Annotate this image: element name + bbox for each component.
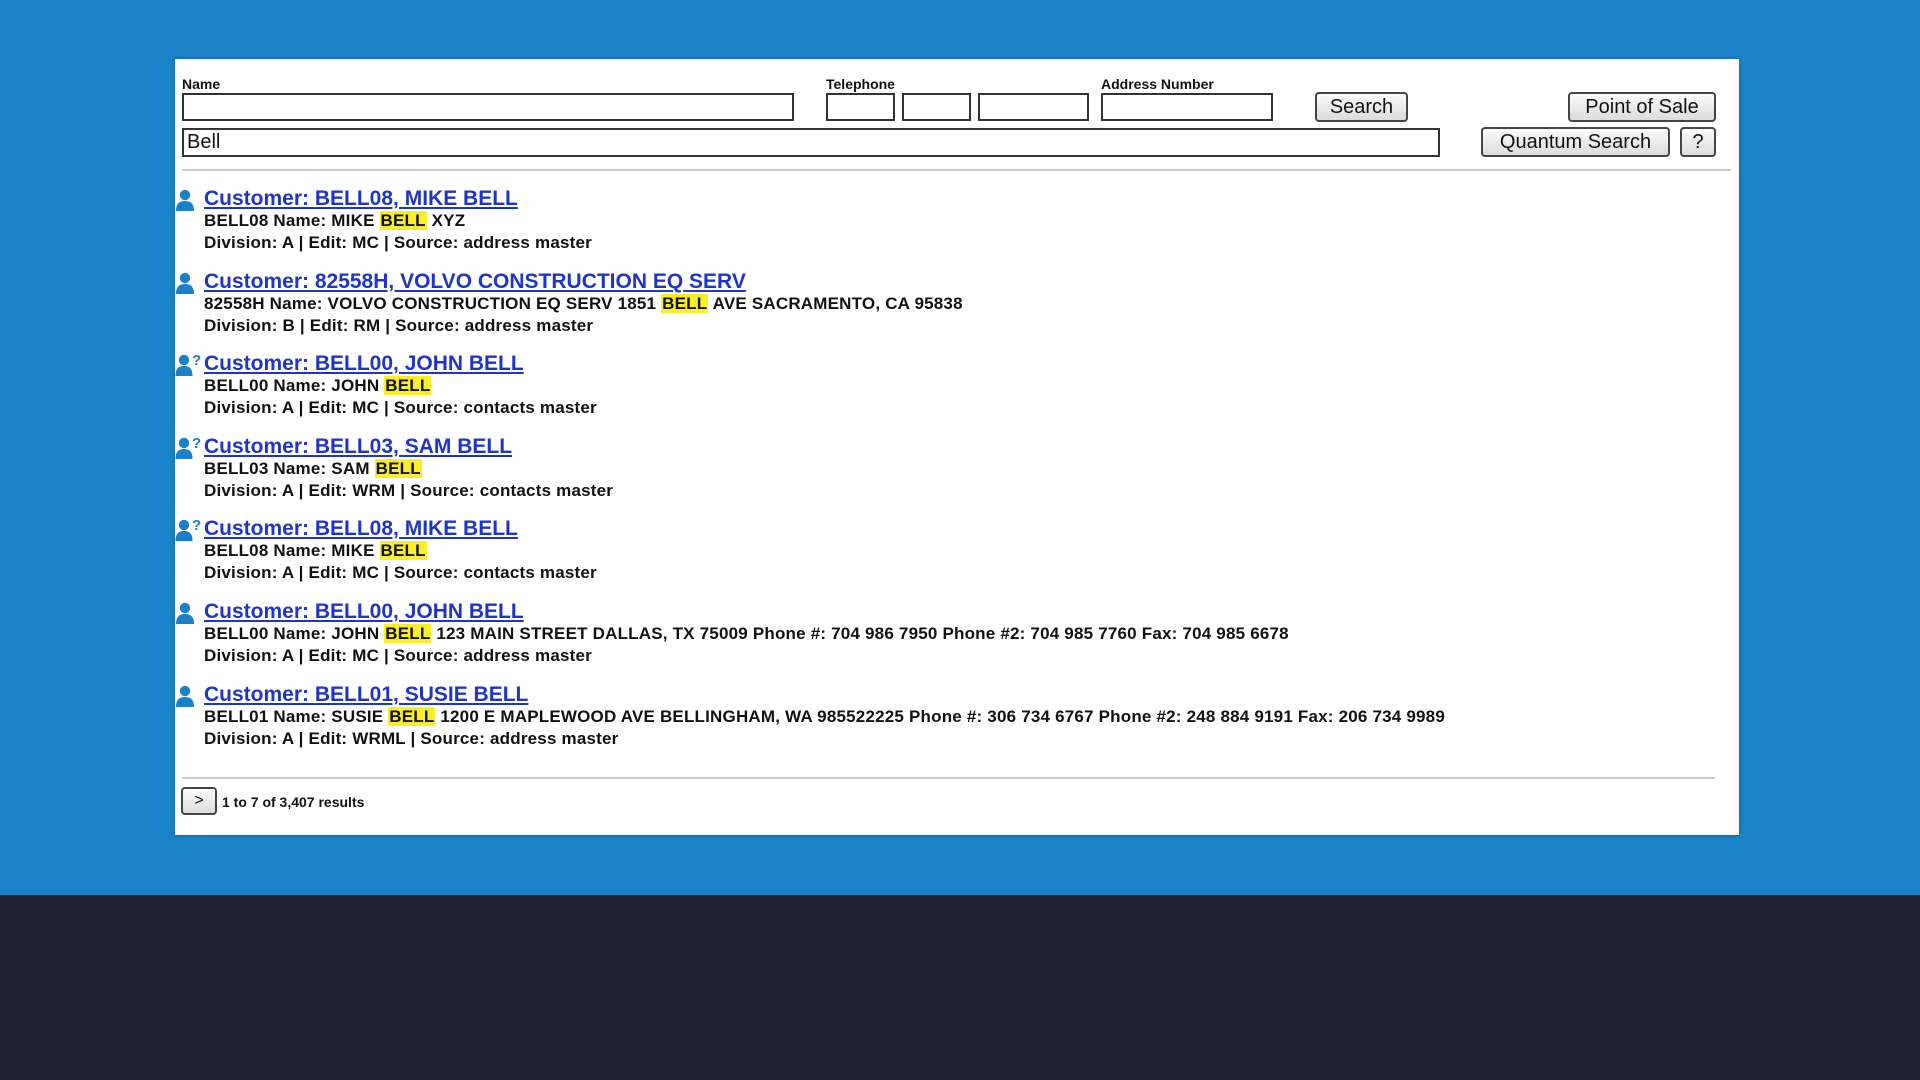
result-detail-prefix: BELL01 Name: SUSIE	[204, 707, 389, 726]
result-meta-line: Division: A | Edit: WRML | Source: addre…	[204, 729, 619, 748]
result-link[interactable]: Customer: BELL00, JOHN BELL	[204, 352, 524, 376]
result-meta-line: Division: A | Edit: WRM | Source: contac…	[204, 481, 614, 500]
phone-line-input[interactable]	[978, 93, 1089, 121]
result-meta-line: Division: A | Edit: MC | Source: contact…	[204, 398, 597, 417]
svg-text:?: ?	[192, 435, 201, 452]
person-icon	[175, 270, 201, 296]
name-label: Name	[182, 76, 221, 92]
phone-area-input[interactable]	[826, 93, 895, 121]
person-question-icon: ?	[175, 435, 201, 461]
quantum-search-button[interactable]: Quantum Search	[1481, 127, 1670, 157]
address-number-input[interactable]	[1101, 93, 1273, 121]
result-detail-line: BELL00 Name: JOHN BELL 123 MAIN STREET D…	[204, 624, 1289, 644]
result-link[interactable]: Customer: BELL00, JOHN BELL	[204, 600, 524, 624]
result-meta-line: Division: B | Edit: RM | Source: address…	[204, 316, 594, 335]
result-meta-line: Division: A | Edit: MC | Source: address…	[204, 233, 592, 252]
result-link[interactable]: Customer: BELL08, MIKE BELL	[204, 187, 518, 211]
person-question-icon: ?	[175, 352, 201, 378]
result-detail-line: 82558H Name: VOLVO CONSTRUCTION EQ SERV …	[204, 294, 963, 314]
result-detail-suffix: XYZ	[426, 211, 466, 230]
search-panel: Name Telephone Address Number Search Poi…	[175, 59, 1739, 835]
telephone-label: Telephone	[826, 76, 895, 92]
search-highlight: BELL	[384, 376, 432, 395]
search-highlight: BELL	[384, 624, 432, 643]
point-of-sale-button[interactable]: Point of Sale	[1568, 92, 1716, 122]
result-detail-prefix: BELL00 Name: JOHN	[204, 624, 385, 643]
result-link[interactable]: Customer: BELL03, SAM BELL	[204, 435, 512, 459]
result-detail-suffix: 123 MAIN STREET DALLAS, TX 75009 Phone #…	[431, 624, 1289, 643]
result-detail-suffix: 1200 E MAPLEWOOD AVE BELLINGHAM, WA 9855…	[435, 707, 1445, 726]
result-meta-line: Division: A | Edit: MC | Source: address…	[204, 646, 592, 665]
address-number-label: Address Number	[1101, 76, 1214, 92]
search-highlight: BELL	[379, 211, 427, 230]
result-detail-line: BELL08 Name: MIKE BELL	[204, 541, 427, 561]
result-detail-suffix: AVE SACRAMENTO, CA 95838	[708, 294, 963, 313]
search-button[interactable]: Search	[1315, 92, 1408, 122]
svg-text:?: ?	[192, 352, 201, 369]
result-detail-prefix: BELL08 Name: MIKE	[204, 541, 380, 560]
name-input[interactable]	[182, 93, 794, 121]
search-highlight: BELL	[379, 541, 427, 560]
phone-prefix-input[interactable]	[902, 93, 971, 121]
search-highlight: BELL	[374, 459, 422, 478]
result-link[interactable]: Customer: BELL01, SUSIE BELL	[204, 683, 528, 707]
quantum-search-input[interactable]	[182, 128, 1440, 157]
search-highlight: BELL	[388, 707, 436, 726]
result-detail-line: BELL08 Name: MIKE BELL XYZ	[204, 211, 465, 231]
person-icon	[175, 187, 201, 213]
result-detail-line: BELL03 Name: SAM BELL	[204, 459, 422, 479]
result-detail-line: BELL00 Name: JOHN BELL	[204, 376, 432, 396]
person-icon	[175, 683, 201, 709]
help-button[interactable]: ?	[1680, 127, 1716, 157]
result-detail-prefix: BELL00 Name: JOHN	[204, 376, 385, 395]
footer-divider	[182, 777, 1715, 779]
result-detail-prefix: BELL08 Name: MIKE	[204, 211, 380, 230]
result-detail-prefix: 82558H Name: VOLVO CONSTRUCTION EQ SERV …	[204, 294, 662, 313]
person-question-icon: ?	[175, 517, 201, 543]
result-link[interactable]: Customer: BELL08, MIKE BELL	[204, 517, 518, 541]
person-icon	[175, 600, 201, 626]
result-detail-prefix: BELL03 Name: SAM	[204, 459, 375, 478]
result-meta-line: Division: A | Edit: MC | Source: contact…	[204, 563, 597, 582]
next-page-button[interactable]: >	[181, 787, 217, 815]
svg-text:?: ?	[192, 517, 201, 534]
search-highlight: BELL	[661, 294, 709, 313]
result-detail-line: BELL01 Name: SUSIE BELL 1200 E MAPLEWOOD…	[204, 707, 1445, 727]
result-link[interactable]: Customer: 82558H, VOLVO CONSTRUCTION EQ …	[204, 270, 746, 294]
header-divider	[182, 169, 1731, 171]
results-summary: 1 to 7 of 3,407 results	[222, 794, 365, 810]
